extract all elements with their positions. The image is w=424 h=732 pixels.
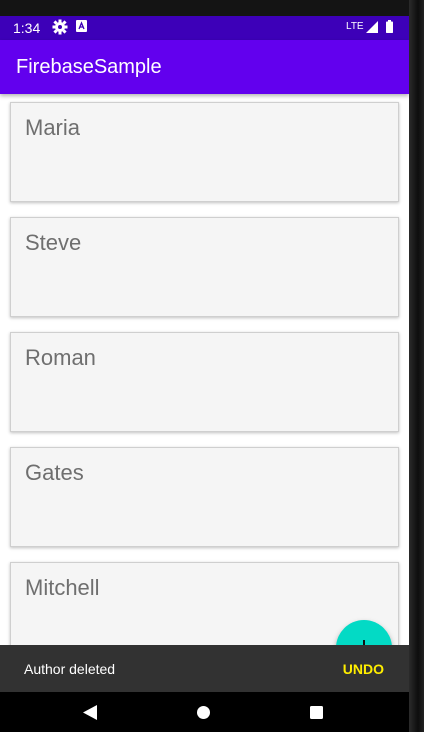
- status-bar: 1:34 LTE: [0, 16, 409, 40]
- battery-icon: [386, 20, 393, 33]
- device-frame: 1:34 LTE FirebaseSample Maria Steve Roma…: [0, 0, 424, 732]
- top-bezel: [0, 0, 424, 16]
- app-title: FirebaseSample: [16, 56, 162, 78]
- author-name: Mitchell: [25, 575, 100, 600]
- screen: 1:34 LTE FirebaseSample Maria Steve Roma…: [0, 16, 409, 732]
- author-card[interactable]: Maria: [10, 102, 399, 202]
- signal-icon: [366, 21, 378, 33]
- navigation-bar: [0, 692, 409, 732]
- author-name: Steve: [25, 230, 82, 255]
- author-list[interactable]: Maria Steve Roman Gates Mitchell: [0, 94, 409, 654]
- network-type: LTE: [346, 21, 364, 32]
- recents-icon[interactable]: [310, 706, 323, 719]
- author-card[interactable]: Steve: [10, 217, 399, 317]
- snackbar: Author deleted UNDO: [0, 645, 409, 692]
- author-card[interactable]: Roman: [10, 332, 399, 432]
- author-name: Roman: [25, 345, 96, 370]
- home-icon[interactable]: [197, 706, 210, 719]
- back-icon[interactable]: [83, 705, 97, 720]
- undo-button[interactable]: UNDO: [343, 661, 384, 677]
- author-card[interactable]: Gates: [10, 447, 399, 547]
- author-name: Maria: [25, 115, 81, 140]
- author-name: Gates: [25, 460, 84, 485]
- gear-icon: [52, 19, 68, 35]
- app-bar: FirebaseSample: [0, 40, 409, 94]
- side-bezel: [409, 0, 424, 732]
- status-time: 1:34: [13, 20, 41, 36]
- a-notification-icon: [76, 20, 87, 32]
- snackbar-message: Author deleted: [24, 661, 116, 677]
